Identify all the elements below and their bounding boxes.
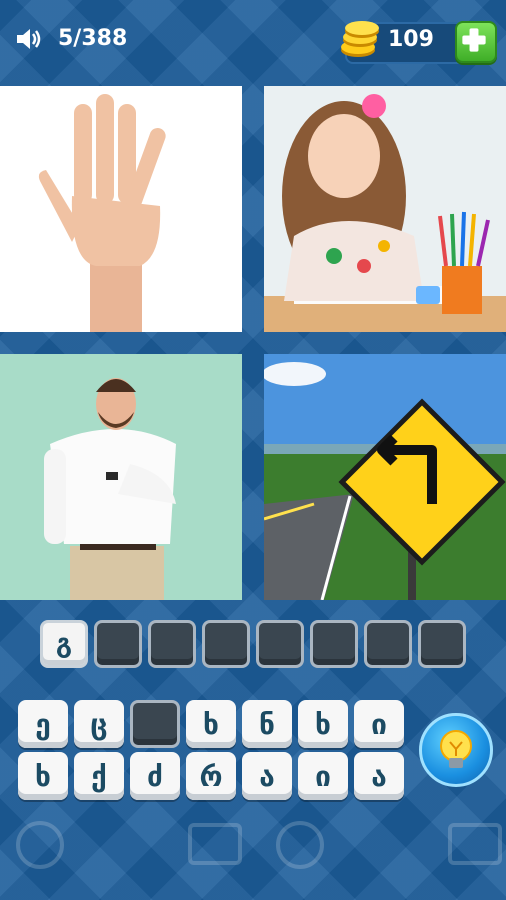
letter-key[interactable]: ე: [18, 700, 68, 748]
answer-slot[interactable]: [94, 620, 142, 668]
letter-key[interactable]: ც: [74, 700, 124, 748]
answer-slot[interactable]: [364, 620, 412, 668]
answer-slot[interactable]: [310, 620, 358, 668]
picture-girl-drawing: [264, 86, 506, 332]
picture-man-pointing: [0, 354, 242, 600]
letter-key[interactable]: ხ: [298, 700, 348, 748]
letter-key[interactable]: [130, 700, 180, 748]
letter-key[interactable]: ა: [354, 752, 404, 800]
letter-key[interactable]: ქ: [74, 752, 124, 800]
level-progress: 5/388: [58, 26, 128, 51]
answer-slot[interactable]: [148, 620, 196, 668]
lightbulb-icon: [440, 730, 472, 768]
plus-icon: [462, 28, 486, 52]
picture-hand: [0, 86, 242, 332]
coin-stack-icon: [341, 21, 379, 57]
answer-slot[interactable]: [418, 620, 466, 668]
hint-button[interactable]: [419, 713, 493, 787]
letter-key[interactable]: ხ: [18, 752, 68, 800]
add-coins-button[interactable]: [455, 21, 497, 63]
decorative-background-icons: [16, 821, 502, 869]
answer-slot[interactable]: გ: [40, 620, 88, 668]
answer-slot[interactable]: [202, 620, 250, 668]
speaker-icon[interactable]: [14, 24, 44, 54]
letter-key[interactable]: ი: [298, 752, 348, 800]
coin-count: 109: [388, 27, 434, 52]
letter-key[interactable]: ი: [354, 700, 404, 748]
picture-road-sign: [264, 354, 506, 600]
answer-slot[interactable]: [256, 620, 304, 668]
letter-key[interactable]: რ: [186, 752, 236, 800]
letter-key[interactable]: ნ: [242, 700, 292, 748]
letter-key[interactable]: ძ: [130, 752, 180, 800]
letter-key[interactable]: ხ: [186, 700, 236, 748]
letter-key[interactable]: ა: [242, 752, 292, 800]
